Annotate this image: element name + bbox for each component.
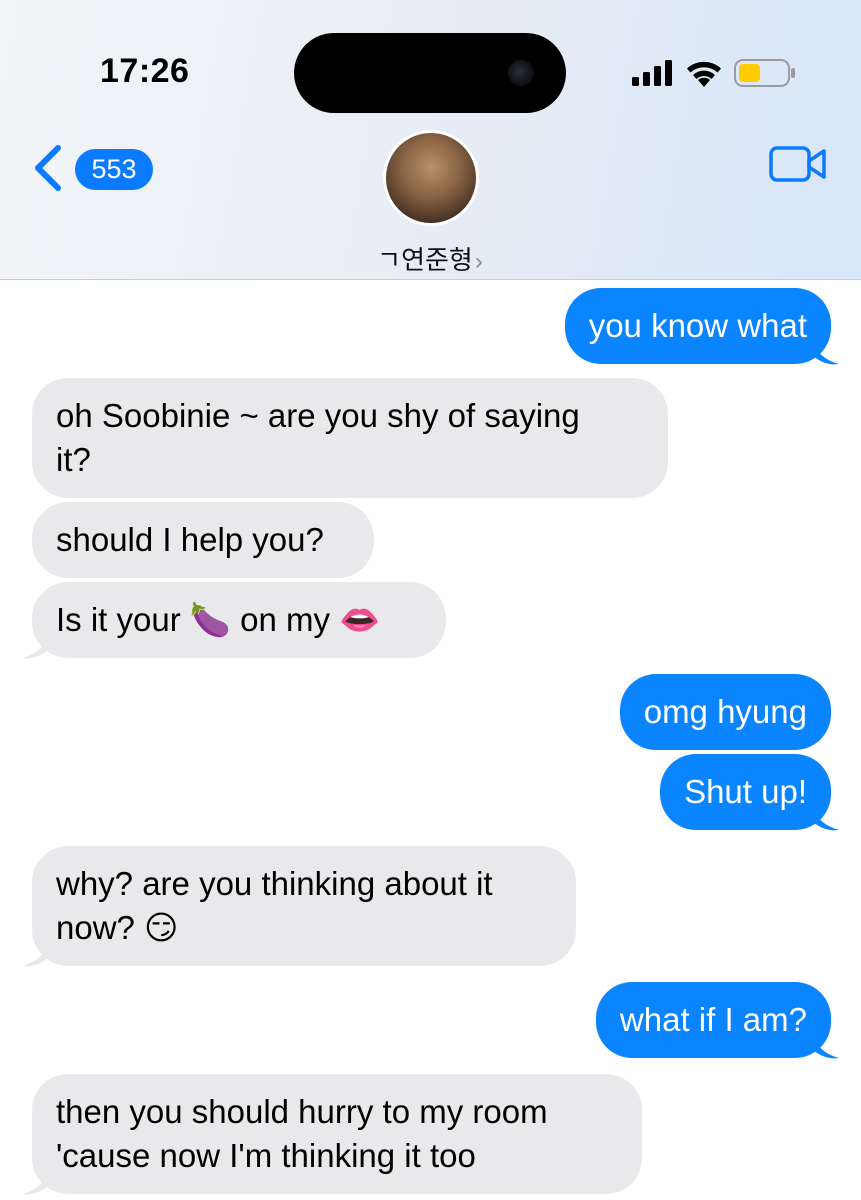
- message-text: should I help you?: [56, 521, 324, 558]
- bubble-tail: [22, 942, 48, 967]
- contact-name: ㄱ연준형›: [330, 240, 530, 277]
- cellular-signal-icon: [632, 60, 672, 86]
- message-bubble-sent[interactable]: you know what: [564, 288, 831, 364]
- message-text: then you should hurry to my room 'cause …: [56, 1093, 548, 1174]
- message-bubble-received[interactable]: Is it your 🍆 on my 👄: [32, 582, 446, 658]
- dynamic-island: [294, 33, 566, 113]
- chevron-right-icon: ›: [474, 248, 483, 275]
- front-camera-icon: [508, 60, 534, 86]
- bubble-tail: [22, 1170, 48, 1195]
- bubble-tail: [813, 806, 839, 831]
- avatar: [383, 130, 479, 226]
- message-bubble-received[interactable]: why? are you thinking about it now? 😏: [32, 846, 576, 966]
- bubble-tail: [813, 340, 839, 365]
- message-text: what if I am?: [619, 1001, 807, 1038]
- message-bubble-received[interactable]: should I help you?: [32, 502, 374, 578]
- message-bubble-sent[interactable]: Shut up!: [660, 754, 831, 830]
- message-text: Shut up!: [684, 773, 807, 810]
- message-bubble-received[interactable]: then you should hurry to my room 'cause …: [32, 1074, 642, 1194]
- video-camera-icon[interactable]: [768, 144, 828, 184]
- status-time: 17:26: [100, 52, 190, 90]
- message-text: why? are you thinking about it now? 😏: [56, 865, 493, 946]
- bubble-tail: [22, 634, 48, 659]
- message-text: omg hyung: [643, 693, 807, 730]
- message-bubble-sent[interactable]: what if I am?: [595, 982, 831, 1058]
- message-bubble-sent[interactable]: omg hyung: [619, 674, 831, 750]
- bubble-tail: [813, 1034, 839, 1059]
- message-text: oh Soobinie ~ are you shy of saying it?: [56, 397, 580, 478]
- chevron-left-icon: [35, 145, 61, 191]
- conversation-header: 17:26 553 ㄱ연준형›: [0, 0, 861, 280]
- message-thread: you know what oh Soobinie ~ are you shy …: [0, 280, 861, 1200]
- battery-icon: [734, 59, 795, 87]
- wifi-icon: [687, 61, 721, 87]
- contact-info-button[interactable]: ㄱ연준형›: [330, 130, 530, 280]
- message-bubble-received[interactable]: oh Soobinie ~ are you shy of saying it?: [32, 378, 668, 498]
- unread-count-badge: 553: [75, 149, 153, 190]
- back-button[interactable]: 553: [30, 140, 160, 196]
- message-text: you know what: [588, 307, 807, 344]
- contact-name-label: ㄱ연준형: [377, 245, 473, 275]
- message-text: Is it your 🍆 on my 👄: [56, 601, 381, 638]
